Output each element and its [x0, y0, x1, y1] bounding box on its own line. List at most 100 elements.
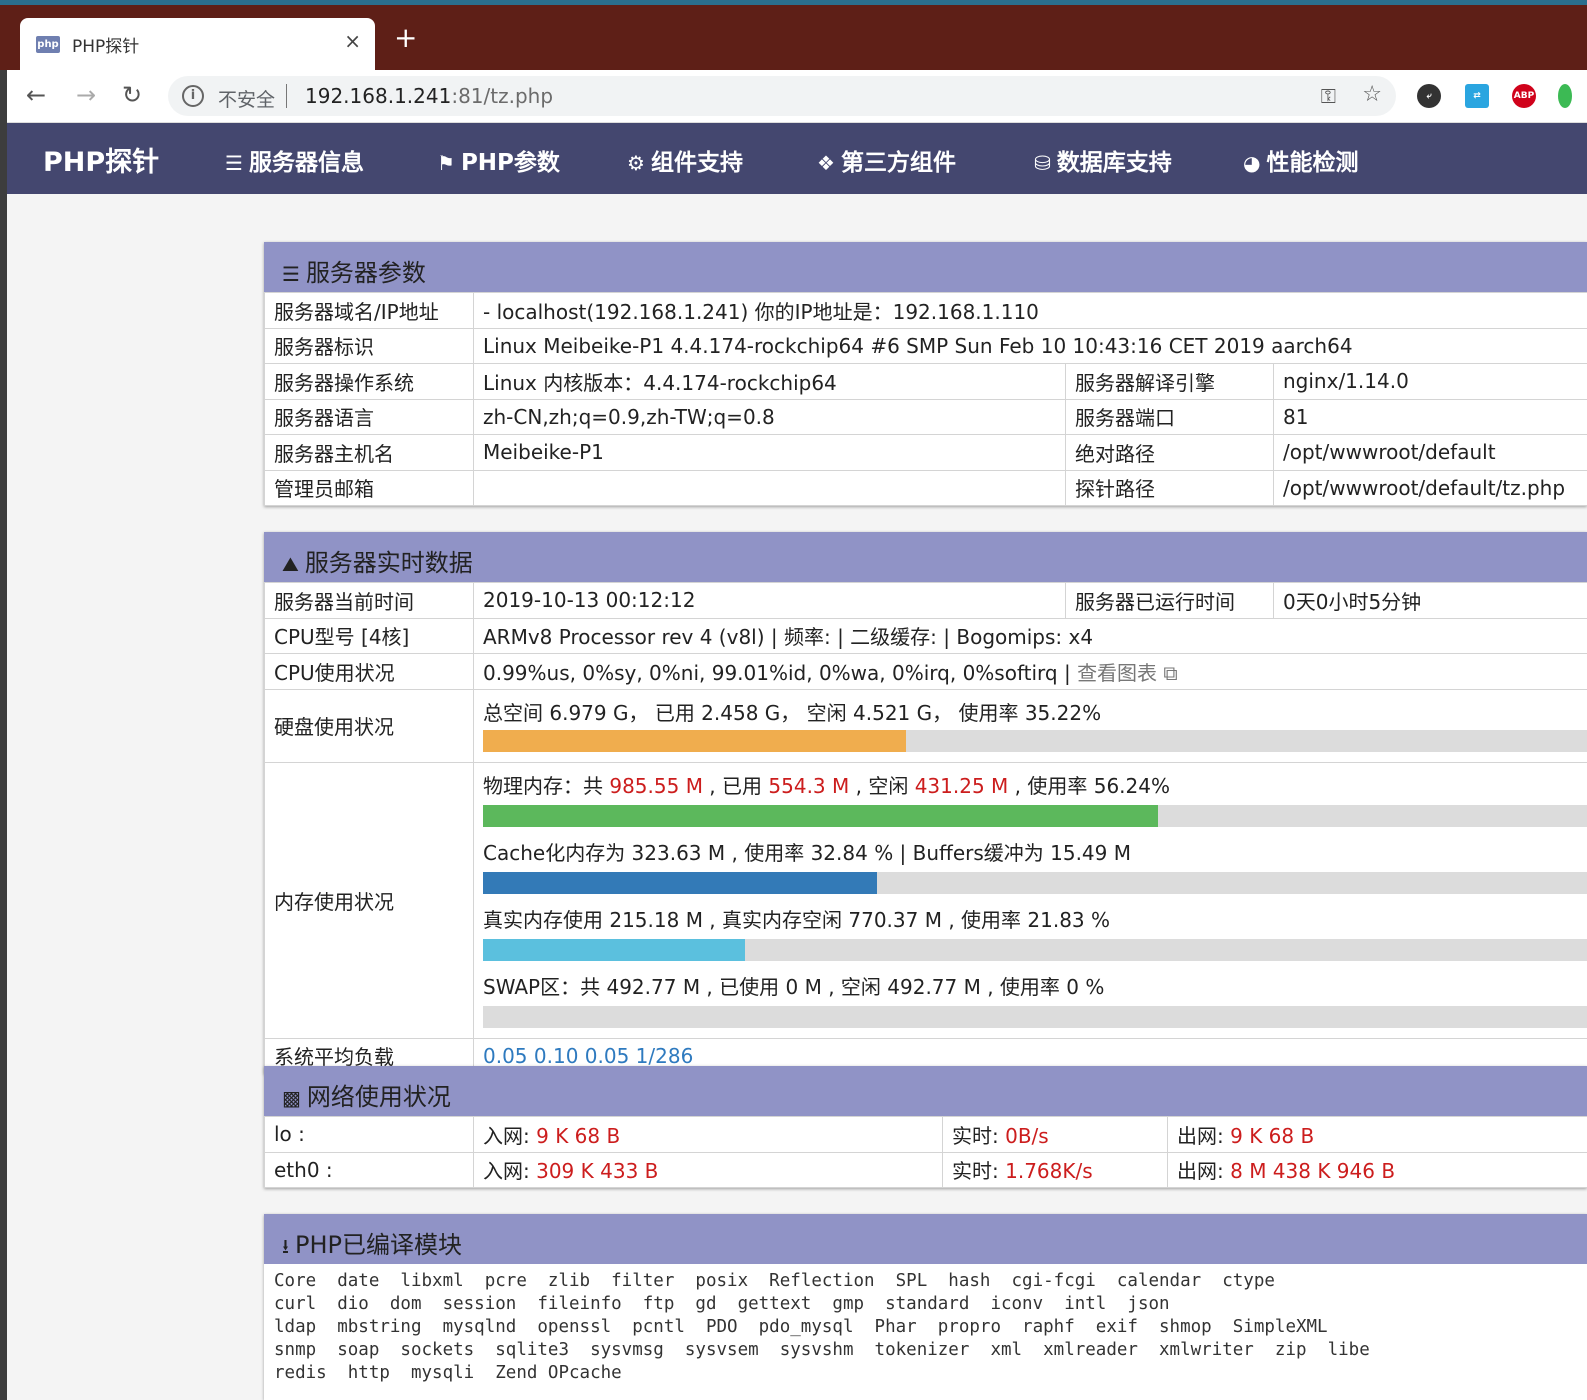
server-id-label: 服务器标识	[264, 327, 474, 364]
phys-prefix: 物理内存：共	[483, 773, 610, 798]
browser-tab[interactable]: php PHP探针 ×	[20, 18, 375, 70]
url-host: 192.168.1.241	[305, 84, 452, 108]
modules-panel: ⭳ PHP已编译模块 Core date libxml pcre zlib fil…	[264, 1214, 1587, 1400]
table-row: lo : 入网: 9 K 68 B 实时: 0B/s 出网: 9 K 68 B	[264, 1116, 1587, 1153]
current-time-value: 2019-10-13 00:12:12	[473, 582, 1066, 619]
net-in-cell: 入网: 309 K 433 B	[473, 1151, 943, 1188]
net-out-cell: 出网: 9 K 68 B	[1167, 1116, 1587, 1153]
os-label: 服务器操作系统	[264, 363, 474, 400]
disk-progress-fill	[483, 729, 906, 752]
hostname-label: 服务器主机名	[264, 434, 474, 471]
server-id-value: Linux Meibeike-P1 4.4.174-rockchip64 #6 …	[473, 327, 1587, 364]
reload-icon[interactable]: ↻	[122, 80, 142, 110]
net-out-label: 出网:	[1177, 1123, 1231, 1148]
net-rt-cell: 实时: 0B/s	[942, 1116, 1168, 1153]
address-separator	[286, 84, 287, 108]
real-memory-bar	[483, 938, 1587, 961]
table-row: CPU型号 [4核] ARMv8 Processor rev 4 (v8l) |…	[264, 617, 1587, 654]
nav-label: 数据库支持	[1056, 150, 1172, 176]
insecure-label[interactable]: 不安全	[218, 85, 275, 112]
nav-server-info[interactable]: ☰ 服务器信息	[225, 143, 364, 177]
cubes-icon: ❖	[817, 151, 835, 175]
panel-title: 服务器参数	[305, 259, 426, 287]
table-row: 服务器当前时间 2019-10-13 00:12:12 服务器已运行时间 0天0…	[264, 582, 1587, 619]
extension-arrow-icon[interactable]: ⤶	[1417, 84, 1441, 108]
network-table: lo : 入网: 9 K 68 B 实时: 0B/s 出网: 9 K 68 B …	[264, 1116, 1587, 1188]
back-icon[interactable]: ←	[26, 80, 46, 110]
window-left-edge	[0, 70, 7, 1400]
abs-path-value: /opt/wwwroot/default	[1273, 434, 1587, 471]
phys-free: 431.25 M	[914, 773, 1009, 798]
address-bar[interactable]: i 不安全 192.168.1.241:81/tz.php ⚿ ☆	[168, 76, 1396, 116]
physical-memory-bar	[483, 804, 1587, 827]
cpu-usage-value: 0.99%us, 0%sy, 0%ni, 99.01%id, 0%wa, 0%i…	[483, 660, 1078, 685]
nav-components[interactable]: ⚙ 组件支持	[627, 143, 743, 177]
nav-php-params[interactable]: ⚑ PHP参数	[437, 143, 560, 177]
table-row: 服务器主机名 Meibeike-P1 绝对路径 /opt/wwwroot/def…	[264, 434, 1587, 471]
table-row: 服务器操作系统 Linux 内核版本：4.4.174-rockchip64 服务…	[264, 363, 1587, 400]
server-icon: ☰	[282, 262, 300, 286]
window-top-strip	[0, 0, 1587, 5]
download-icon: ⭳	[282, 1234, 289, 1258]
net-in-value: 9 K 68 B	[536, 1123, 621, 1148]
table-row: 服务器语言 zh-CN,zh;q=0.9,zh-TW;q=0.8 服务器端口 8…	[264, 398, 1587, 435]
table-row: 服务器域名/IP地址 - localhost(192.168.1.241) 你的…	[264, 292, 1587, 329]
server-params-table: 服务器域名/IP地址 - localhost(192.168.1.241) 你的…	[264, 292, 1587, 506]
admin-email-label: 管理员邮箱	[264, 469, 474, 506]
modules-list: Core date libxml pcre zlib filter posix …	[264, 1264, 1587, 1385]
nav-label: 第三方组件	[840, 150, 956, 176]
disk-usage-cell: 总空间 6.979 G， 已用 2.458 G， 空闲 4.521 G， 使用率…	[473, 688, 1587, 763]
phys-used: 554.3 M	[768, 773, 850, 798]
phys-total: 985.55 M	[609, 773, 703, 798]
adblock-icon[interactable]: ABP	[1512, 84, 1536, 108]
external-link-icon[interactable]: ⧉	[1163, 661, 1177, 685]
realtime-table: 服务器当前时间 2019-10-13 00:12:12 服务器已运行时间 0天0…	[264, 582, 1587, 1074]
interface-name: eth0 :	[264, 1151, 474, 1188]
cpu-model-label: CPU型号 [4核]	[264, 617, 474, 654]
bookmark-star-icon[interactable]: ☆	[1362, 82, 1382, 107]
extension-translate-icon[interactable]: ⇄	[1465, 84, 1489, 108]
forward-icon[interactable]: →	[76, 80, 96, 110]
site-navbar: PHP探针 ☰ 服务器信息 ⚑ PHP参数 ⚙ 组件支持 ❖ 第三方组件 ⛁ 数据库支持 …	[7, 123, 1587, 194]
disk-usage-label: 硬盘使用状况	[264, 688, 474, 763]
site-brand[interactable]: PHP探针	[43, 140, 159, 179]
memory-usage-label: 内存使用状况	[264, 761, 474, 1039]
net-out-cell: 出网: 8 M 438 K 946 B	[1167, 1151, 1587, 1188]
nav-third-party[interactable]: ❖ 第三方组件	[817, 143, 956, 177]
cache-memory-text: Cache化内存为 323.63 M , 使用率 32.84 % | Buffe…	[483, 840, 1131, 865]
language-label: 服务器语言	[264, 398, 474, 435]
new-tab-button[interactable]: +	[394, 24, 417, 52]
nav-performance[interactable]: ◕ 性能检测	[1243, 143, 1358, 177]
net-rt-label: 实时:	[952, 1123, 1006, 1148]
nav-database[interactable]: ⛁ 数据库支持	[1034, 143, 1172, 177]
close-tab-icon[interactable]: ×	[344, 29, 361, 53]
tab-title: PHP探针	[72, 37, 140, 57]
engine-label: 服务器解译引擎	[1065, 363, 1274, 400]
phys-used-prefix: , 已用	[702, 773, 769, 798]
area-chart-icon: ⛰	[282, 552, 299, 576]
net-out-value: 8 M 438 K 946 B	[1230, 1159, 1396, 1184]
extension-green-icon[interactable]	[1558, 84, 1572, 108]
domain-value: - localhost(192.168.1.241) 你的IP地址是：192.1…	[473, 292, 1587, 329]
net-in-cell: 入网: 9 K 68 B	[473, 1116, 943, 1153]
cpu-usage-cell: 0.99%us, 0%sy, 0%ni, 99.01%id, 0%wa, 0%i…	[473, 653, 1587, 690]
real-memory-fill	[483, 938, 745, 961]
url-text[interactable]: 192.168.1.241:81/tz.php	[305, 84, 553, 108]
realtime-panel: ⛰ 服务器实时数据 服务器当前时间 2019-10-13 00:12:12 服务器…	[264, 532, 1587, 1074]
net-out-value: 9 K 68 B	[1230, 1123, 1315, 1148]
info-icon[interactable]: i	[182, 85, 204, 107]
panel-title: PHP已编译模块	[295, 1231, 462, 1259]
view-chart-link[interactable]: 查看图表	[1077, 661, 1157, 685]
panel-header: ▩ 网络使用状况	[264, 1066, 1587, 1116]
bar-chart-icon: ▩	[282, 1086, 301, 1110]
url-port-path: :81/tz.php	[451, 84, 554, 108]
table-row: 管理员邮箱 探针路径 /opt/wwwroot/default/tz.php	[264, 469, 1587, 506]
key-icon[interactable]: ⚿	[1321, 84, 1336, 108]
current-time-label: 服务器当前时间	[264, 582, 474, 619]
net-in-label: 入网:	[483, 1123, 537, 1148]
phys-rate: , 使用率 56.24%	[1008, 773, 1170, 798]
disk-progress-bar	[483, 729, 1587, 752]
physical-memory-fill	[483, 804, 1158, 827]
net-rt-cell: 实时: 1.768K/s	[942, 1151, 1168, 1188]
nav-label: 服务器信息	[248, 150, 364, 176]
